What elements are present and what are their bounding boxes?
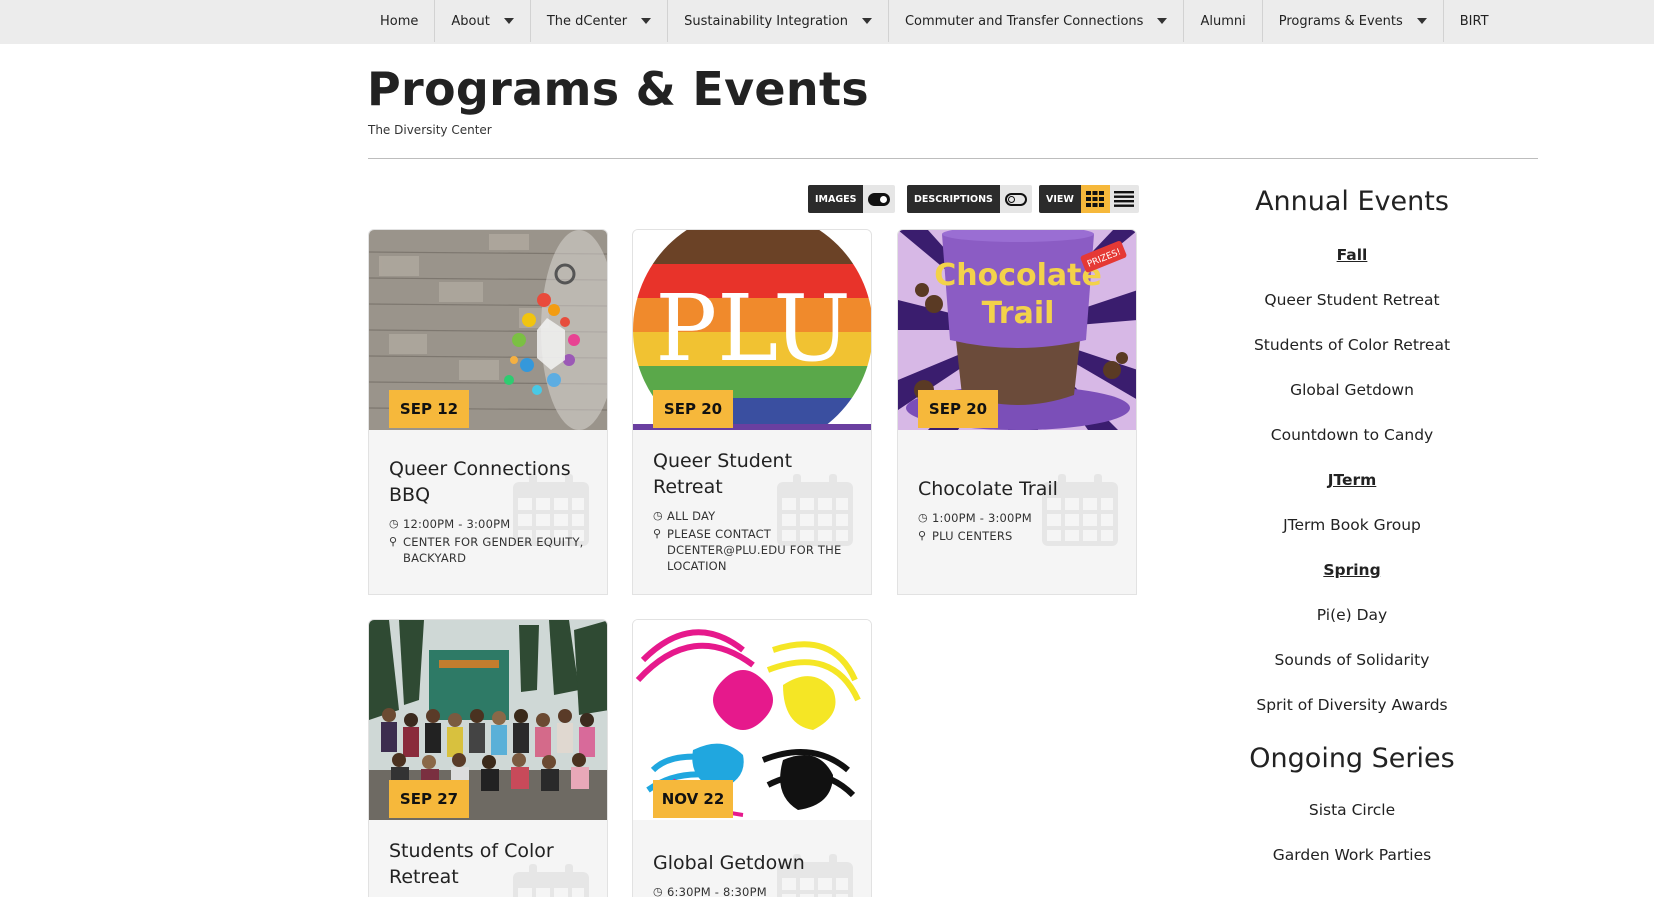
- nav-item-label: Commuter and Transfer Connections: [904, 13, 1144, 29]
- sidebar-link[interactable]: Pi(e) Day: [1190, 606, 1514, 624]
- season-link-jterm[interactable]: JTerm: [1190, 471, 1514, 489]
- event-time-text: 6:30PM - 8:30PM: [667, 885, 767, 897]
- event-location: ⚲ PLEASE CONTACT DCENTER@PLU.EDU FOR THE …: [653, 526, 863, 574]
- event-card-body: Queer Connections BBQ ◷ 12:00PM - 3:00PM …: [369, 430, 607, 594]
- annual-events-heading: Annual Events: [1255, 186, 1449, 217]
- event-card[interactable]: Chocolate Trail PRIZES! SEP 20 Chocolate…: [897, 229, 1137, 595]
- nav-item-about[interactable]: About: [435, 0, 531, 42]
- nav-item-label: Sustainability Integration: [684, 13, 848, 29]
- event-time: ◷ 12:00PM - 3:00PM: [389, 516, 599, 532]
- event-location-text: PLU CENTERS: [932, 529, 1013, 543]
- event-date-badge: NOV 22: [653, 780, 733, 818]
- map-pin-icon: ⚲: [653, 527, 662, 540]
- page-subtitle: The Diversity Center: [368, 123, 492, 137]
- event-time: ◷ 1:00PM - 3:00PM: [918, 510, 1128, 526]
- images-toggle[interactable]: IMAGES: [808, 185, 896, 213]
- nav-item-dcenter[interactable]: The dCenter: [531, 0, 669, 42]
- nav-item-label: Alumni: [1200, 13, 1246, 29]
- event-date-badge: SEP 27: [389, 780, 469, 818]
- nav-list: Home About The dCenter Sustainability In…: [364, 0, 1505, 42]
- event-card[interactable]: NOV 22 Global Getdown ◷ 6:30PM - 8:30PM: [632, 619, 872, 897]
- plu-logo-text: PLU: [655, 275, 851, 382]
- nav-item-label: BIRT: [1459, 13, 1489, 29]
- event-location-text: CENTER FOR GENDER EQUITY, BACKYARD: [403, 535, 584, 565]
- trail-text: Trail: [982, 296, 1055, 331]
- event-time-text: 12:00PM - 3:00PM: [403, 517, 511, 531]
- nav-item-label: Programs & Events: [1278, 13, 1403, 29]
- event-card[interactable]: SEP 27 Students of Color Retreat: [368, 619, 608, 897]
- event-date-badge: SEP 12: [389, 390, 469, 428]
- event-card[interactable]: PLU SEP 20 Queer Student Retreat ◷ ALL DA…: [632, 229, 872, 595]
- event-date-badge: SEP 20: [918, 390, 998, 428]
- event-title[interactable]: Queer Connections BBQ: [389, 456, 594, 508]
- map-pin-icon: ⚲: [389, 535, 398, 548]
- caret-down-icon: [861, 18, 872, 24]
- nav-item-home[interactable]: Home: [364, 0, 436, 42]
- clock-icon: ◷: [653, 509, 663, 522]
- sidebar-link[interactable]: Countdown to Candy: [1190, 426, 1514, 444]
- view-toggle-label: VIEW: [1039, 185, 1081, 213]
- event-location: ⚲ PLU CENTERS: [918, 528, 1128, 544]
- sidebar-link[interactable]: Garden Work Parties: [1190, 846, 1514, 864]
- chocolate-text: Chocolate: [934, 258, 1102, 293]
- descriptions-toggle[interactable]: DESCRIPTIONS: [907, 185, 1032, 213]
- sidebar-link[interactable]: Queer Student Retreat: [1190, 291, 1514, 309]
- descriptions-switch[interactable]: [999, 185, 1032, 213]
- event-title[interactable]: Queer Student Retreat: [653, 448, 858, 500]
- nav-item-sustainability[interactable]: Sustainability Integration: [668, 0, 889, 42]
- nav-item-label: About: [451, 13, 490, 29]
- event-location: ⚲ CENTER FOR GENDER EQUITY, BACKYARD: [389, 534, 599, 566]
- list-icon: [1114, 191, 1135, 207]
- event-card-body: Queer Student Retreat ◷ ALL DAY ⚲ PLEASE C…: [633, 430, 871, 594]
- descriptions-toggle-label: DESCRIPTIONS: [907, 185, 1000, 213]
- view-toggle: VIEW: [1039, 185, 1139, 213]
- clock-icon: ◷: [653, 885, 663, 897]
- grid-view-button[interactable]: [1080, 185, 1110, 213]
- nav-item-alumni[interactable]: Alumni: [1184, 0, 1263, 42]
- sidebar-link[interactable]: Sounds of Solidarity: [1190, 651, 1514, 669]
- event-location-text: PLEASE CONTACT DCENTER@PLU.EDU FOR THE L…: [667, 527, 842, 573]
- event-date-badge: SEP 20: [653, 390, 733, 428]
- event-card-body: Global Getdown ◷ 6:30PM - 8:30PM: [633, 820, 871, 897]
- sidebar-link[interactable]: Sista Circle: [1190, 801, 1514, 819]
- nav-item-label: The dCenter: [546, 13, 628, 29]
- event-card-body: Chocolate Trail ◷ 1:00PM - 3:00PM ⚲ PLU CE…: [898, 430, 1136, 594]
- ongoing-series-heading: Ongoing Series: [1249, 743, 1455, 774]
- caret-down-icon: [641, 18, 652, 24]
- nav-item-label: Home: [380, 13, 419, 29]
- season-link-fall[interactable]: Fall: [1190, 246, 1514, 264]
- images-switch[interactable]: [863, 185, 896, 213]
- top-navigation: Home About The dCenter Sustainability In…: [0, 0, 1654, 44]
- event-card[interactable]: SEP 12 Queer Connections BBQ ◷ 12:00PM - …: [368, 229, 608, 595]
- sidebar-link[interactable]: Global Getdown: [1190, 381, 1514, 399]
- caret-down-icon: [1416, 18, 1427, 24]
- event-title[interactable]: Chocolate Trail: [918, 476, 1123, 502]
- toggle-on-icon: [868, 192, 891, 206]
- clock-icon: ◷: [389, 517, 399, 530]
- page-title: Programs & Events: [367, 62, 869, 116]
- sidebar-link[interactable]: JTerm Book Group: [1190, 516, 1514, 534]
- event-title[interactable]: Students of Color Retreat: [389, 838, 594, 890]
- event-card-body: Students of Color Retreat: [369, 820, 607, 897]
- event-title[interactable]: Global Getdown: [653, 850, 858, 876]
- caret-down-icon: [1157, 18, 1168, 24]
- grid-icon: [1086, 191, 1105, 207]
- event-time-text: 1:00PM - 3:00PM: [932, 511, 1032, 525]
- toggle-off-icon: [1004, 192, 1027, 206]
- nav-item-commuter[interactable]: Commuter and Transfer Connections: [889, 0, 1185, 42]
- images-toggle-label: IMAGES: [808, 185, 864, 213]
- caret-down-icon: [503, 18, 514, 24]
- map-pin-icon: ⚲: [918, 529, 927, 542]
- sidebar-link[interactable]: Sprit of Diversity Awards: [1190, 696, 1514, 714]
- list-view-button[interactable]: [1109, 185, 1139, 213]
- event-time: ◷ 6:30PM - 8:30PM: [653, 884, 863, 897]
- event-time: ◷ ALL DAY: [653, 508, 863, 524]
- header-divider: [368, 158, 1538, 159]
- nav-item-programs-events[interactable]: Programs & Events: [1263, 0, 1444, 42]
- sidebar-link[interactable]: Students of Color Retreat: [1190, 336, 1514, 354]
- event-time-text: ALL DAY: [667, 509, 716, 523]
- clock-icon: ◷: [918, 511, 928, 524]
- nav-item-birt[interactable]: BIRT: [1444, 0, 1505, 42]
- season-link-spring[interactable]: Spring: [1190, 561, 1514, 579]
